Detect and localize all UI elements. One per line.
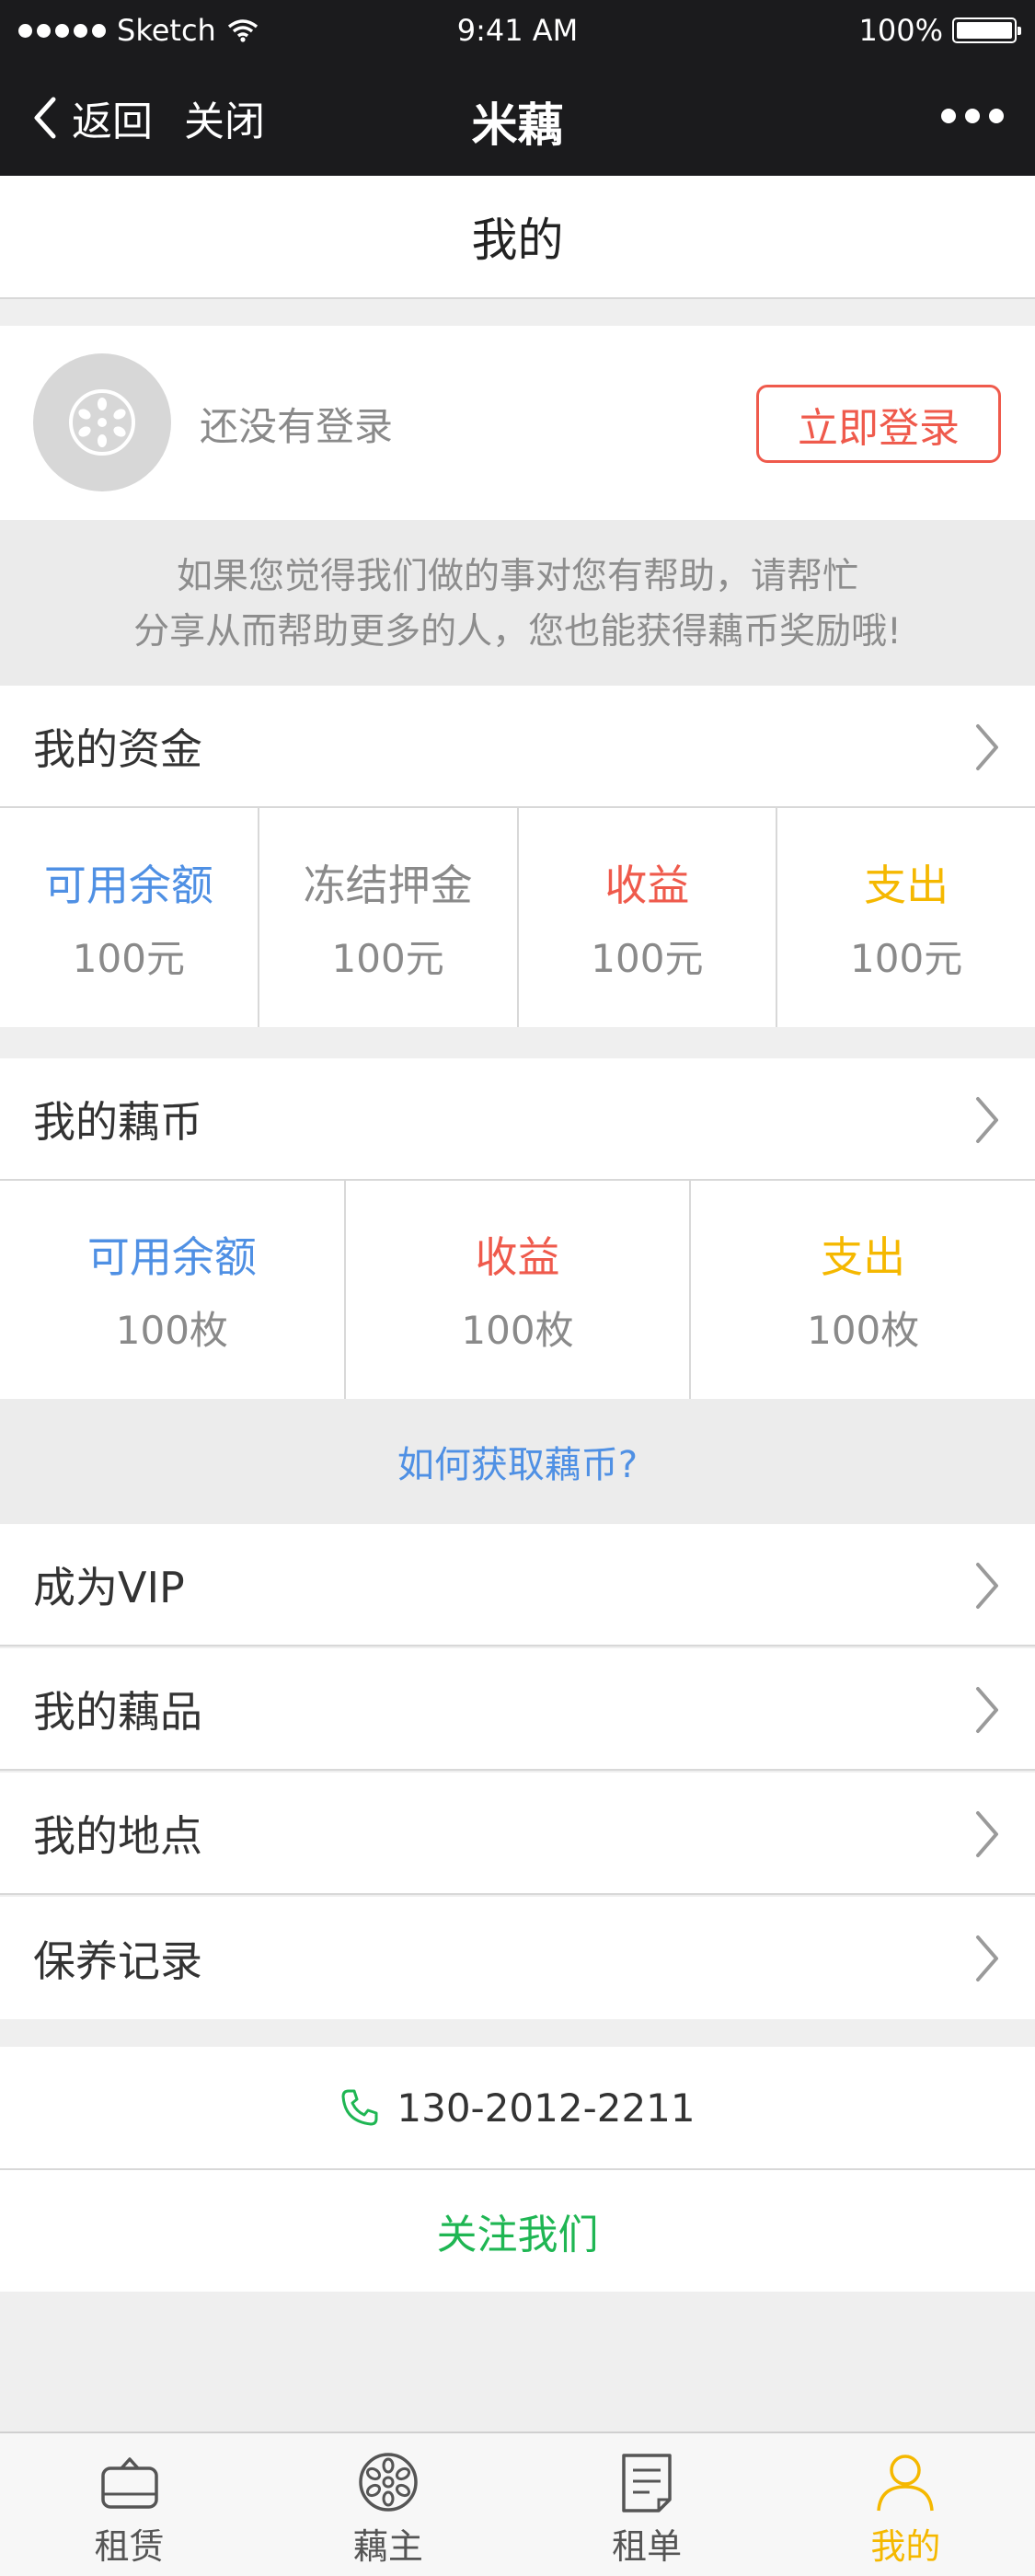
coins-row[interactable]: 我的藕币 — [0, 1058, 1035, 1181]
menu-item-label: 保养记录 — [33, 1935, 202, 1986]
chevron-right-icon — [976, 1811, 998, 1857]
funds-stat-available[interactable]: 可用余额 100元 — [0, 808, 259, 1027]
bag-icon — [100, 2457, 158, 2509]
status-bar: Sketch 9:41 AM 100% — [0, 0, 1035, 61]
tab-orders[interactable]: 租单 — [518, 2433, 776, 2576]
phone-row[interactable]: 130-2012-2211 — [0, 2047, 1035, 2170]
coins-stats: 可用余额 100枚 收益 100枚 支出 100枚 — [0, 1181, 1035, 1399]
login-status-text: 还没有登录 — [200, 404, 394, 449]
tab-label: 租赁 — [94, 2526, 165, 2567]
lotus-root-icon — [69, 389, 135, 456]
stat-value: 100元 — [591, 935, 704, 981]
tab-bar: 租赁 藕主 租单 我的 — [0, 2432, 1035, 2576]
coins-stat-available[interactable]: 可用余额 100枚 — [0, 1181, 346, 1399]
stat-value: 100元 — [331, 935, 444, 981]
stat-value: 100枚 — [461, 1308, 574, 1353]
battery-icon — [952, 17, 1021, 43]
tab-owner[interactable]: 藕主 — [259, 2433, 517, 2576]
page-title: 我的 — [0, 176, 1035, 299]
chevron-right-icon — [976, 724, 998, 770]
funds-stats: 可用余额 100元 冻结押金 100元 收益 100元 支出 100元 — [0, 808, 1035, 1027]
funds-stat-income[interactable]: 收益 100元 — [519, 808, 778, 1027]
menu-item-vip[interactable]: 成为VIP — [0, 1524, 1035, 1646]
phone-number: 130-2012-2211 — [397, 2085, 696, 2131]
menu-item-my-places[interactable]: 我的地点 — [0, 1773, 1035, 1895]
status-right: 100% — [858, 13, 1021, 48]
funds-row[interactable]: 我的资金 — [0, 686, 1035, 808]
battery-percent: 100% — [858, 13, 943, 48]
chevron-right-icon — [976, 1563, 998, 1609]
chevron-right-icon — [976, 1097, 998, 1143]
funds-stat-expense[interactable]: 支出 100元 — [777, 808, 1035, 1027]
coins-stat-expense[interactable]: 支出 100枚 — [691, 1181, 1035, 1399]
stat-label: 收益 — [475, 1232, 560, 1282]
tab-label: 租单 — [612, 2526, 683, 2567]
menu-item-maintenance[interactable]: 保养记录 — [0, 1897, 1035, 2019]
stat-label: 可用余额 — [86, 1232, 257, 1282]
follow-us-button[interactable]: 关注我们 — [0, 2170, 1035, 2292]
stat-label: 支出 — [864, 860, 949, 910]
stat-value: 100元 — [850, 935, 963, 981]
stat-value: 100元 — [72, 935, 185, 981]
profile-card: 还没有登录 立即登录 — [0, 326, 1035, 520]
chevron-right-icon — [976, 1687, 998, 1733]
phone-icon — [341, 2089, 378, 2126]
funds-title: 我的资金 — [33, 723, 202, 774]
avatar[interactable] — [33, 353, 171, 491]
menu-item-label: 成为VIP — [33, 1562, 185, 1612]
stat-value: 100枚 — [807, 1308, 920, 1353]
menu-item-label: 我的藕品 — [33, 1686, 202, 1737]
share-tip: 如果您觉得我们做的事对您有帮助，请帮忙 分享从而帮助更多的人，您也能获得藕币奖励… — [0, 520, 1035, 686]
tab-mine[interactable]: 我的 — [776, 2433, 1035, 2576]
menu-item-my-items[interactable]: 我的藕品 — [0, 1648, 1035, 1771]
chevron-right-icon — [976, 1935, 998, 1981]
stat-label: 收益 — [604, 860, 690, 910]
share-tip-line-2: 分享从而帮助更多的人，您也能获得藕币奖励哦! — [133, 611, 902, 653]
stat-label: 支出 — [821, 1232, 906, 1282]
user-icon — [877, 2455, 935, 2512]
lotus-root-icon — [359, 2453, 418, 2512]
how-to-get-coins-link[interactable]: 如何获取藕币? — [0, 1399, 1035, 1524]
funds-stat-frozen[interactable]: 冻结押金 100元 — [259, 808, 519, 1027]
coins-title: 我的藕币 — [33, 1096, 202, 1147]
share-tip-line-1: 如果您觉得我们做的事对您有帮助，请帮忙 — [176, 556, 858, 597]
stat-value: 100枚 — [115, 1308, 228, 1353]
tab-label: 我的 — [870, 2526, 941, 2567]
order-list-icon — [622, 2454, 672, 2512]
stat-label: 冻结押金 — [303, 860, 473, 910]
menu-item-label: 我的地点 — [33, 1810, 202, 1861]
nav-bar: 返回 关闭 米藕 — [0, 61, 1035, 176]
tab-rent[interactable]: 租赁 — [0, 2433, 259, 2576]
coins-stat-income[interactable]: 收益 100枚 — [346, 1181, 692, 1399]
stat-label: 可用余额 — [43, 860, 213, 910]
tab-label: 藕主 — [352, 2526, 423, 2567]
nav-title: 米藕 — [471, 98, 564, 152]
login-button[interactable]: 立即登录 — [756, 385, 1001, 463]
more-menu-icon[interactable] — [941, 109, 1004, 123]
